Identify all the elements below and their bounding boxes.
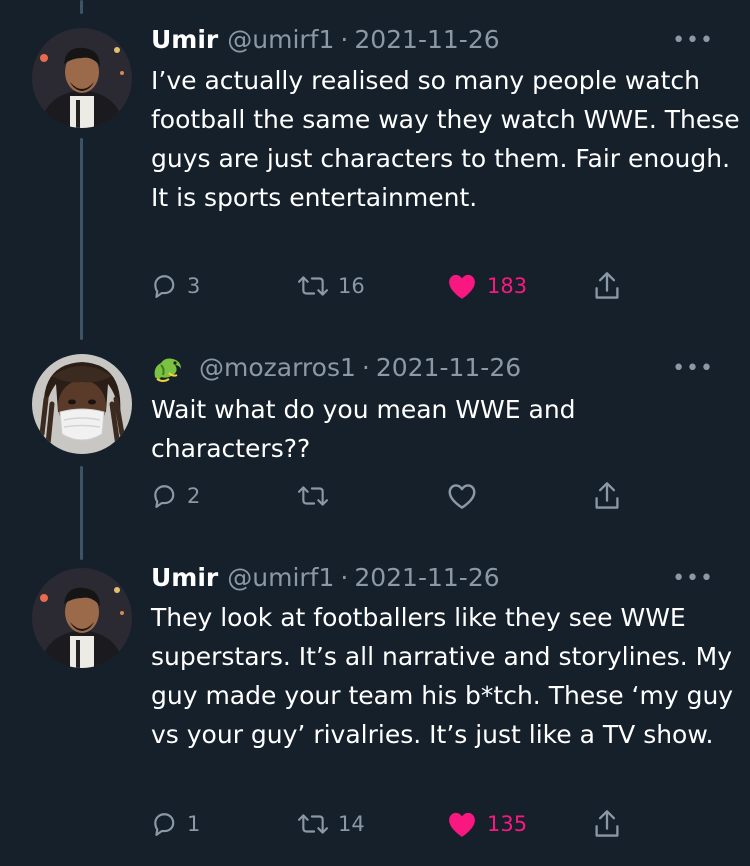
tweet-actions: 3 16 183 <box>151 266 631 306</box>
user-handle[interactable]: @umirf1 <box>227 562 334 594</box>
user-handle[interactable]: @mozarros1 <box>199 352 356 384</box>
like-count: 183 <box>487 274 528 298</box>
tweet-text: Wait what do you mean WWE and characters… <box>151 395 576 463</box>
tweet-1[interactable]: Umir @umirf1 · 2021-11-26 ••• I’ve actua… <box>0 0 750 340</box>
share-icon <box>595 482 619 509</box>
tweet-date[interactable]: 2021-11-26 <box>376 352 521 384</box>
reply-icon <box>154 485 175 508</box>
tweet-date[interactable]: 2021-11-26 <box>354 24 499 56</box>
like-button[interactable]: 135 <box>447 804 527 844</box>
tweet-date[interactable]: 2021-11-26 <box>354 562 499 594</box>
like-icon <box>449 274 475 299</box>
tweet-text: I’ve actually realised so many people wa… <box>151 66 740 212</box>
display-name[interactable]: Umir <box>151 24 218 56</box>
retweet-count: 16 <box>338 274 365 298</box>
user-handle[interactable]: @umirf1 <box>227 24 334 56</box>
share-button[interactable] <box>593 266 621 306</box>
tweet-3[interactable]: Umir @umirf1 · 2021-11-26 ••• They look … <box>0 560 750 866</box>
avatar-umir[interactable] <box>32 568 132 668</box>
retweet-button[interactable]: 16 <box>298 266 365 306</box>
reply-count: 3 <box>187 274 201 298</box>
tweet-2[interactable]: @mozarros1 · 2021-11-26 ••• Wait what do… <box>0 340 750 566</box>
retweet-icon <box>298 276 328 296</box>
more-icon[interactable]: ••• <box>672 566 714 591</box>
tweet-header: Umir @umirf1 · 2021-11-26 <box>151 24 500 56</box>
tweet-text: They look at footballers like they see W… <box>151 603 734 749</box>
reply-icon <box>154 813 175 836</box>
retweet-icon <box>298 814 328 834</box>
share-button[interactable] <box>593 804 621 844</box>
tweet-header: Umir @umirf1 · 2021-11-26 <box>151 562 500 594</box>
retweet-button[interactable] <box>298 476 338 516</box>
share-icon <box>595 272 619 299</box>
retweet-button[interactable]: 14 <box>298 804 365 844</box>
tweet-actions: 2 <box>151 476 631 516</box>
avatar-umir[interactable] <box>32 28 132 128</box>
more-icon[interactable]: ••• <box>672 28 714 53</box>
tweet-header: @mozarros1 · 2021-11-26 <box>151 352 521 384</box>
avatar-mozarros[interactable] <box>32 354 132 454</box>
like-icon <box>449 812 475 837</box>
reply-button[interactable]: 1 <box>151 804 200 844</box>
more-icon[interactable]: ••• <box>672 356 714 381</box>
share-button[interactable] <box>593 476 621 516</box>
separator-dot: · <box>340 563 349 592</box>
share-icon <box>595 810 619 837</box>
separator-dot: · <box>340 25 349 54</box>
like-button[interactable]: 183 <box>447 266 527 306</box>
like-button[interactable] <box>447 476 487 516</box>
separator-dot: · <box>361 353 370 382</box>
display-name[interactable]: Umir <box>151 562 218 594</box>
retweet-icon <box>298 486 328 506</box>
retweet-count: 14 <box>338 812 365 836</box>
reply-button[interactable]: 3 <box>151 266 200 306</box>
reply-count: 1 <box>187 812 201 836</box>
reply-icon <box>154 275 175 298</box>
like-icon <box>448 483 476 509</box>
dragon-emoji-icon <box>154 358 181 382</box>
reply-count: 2 <box>187 484 201 508</box>
tweet-actions: 1 14 135 <box>151 804 631 844</box>
reply-button[interactable]: 2 <box>151 476 200 516</box>
like-count: 135 <box>487 812 528 836</box>
